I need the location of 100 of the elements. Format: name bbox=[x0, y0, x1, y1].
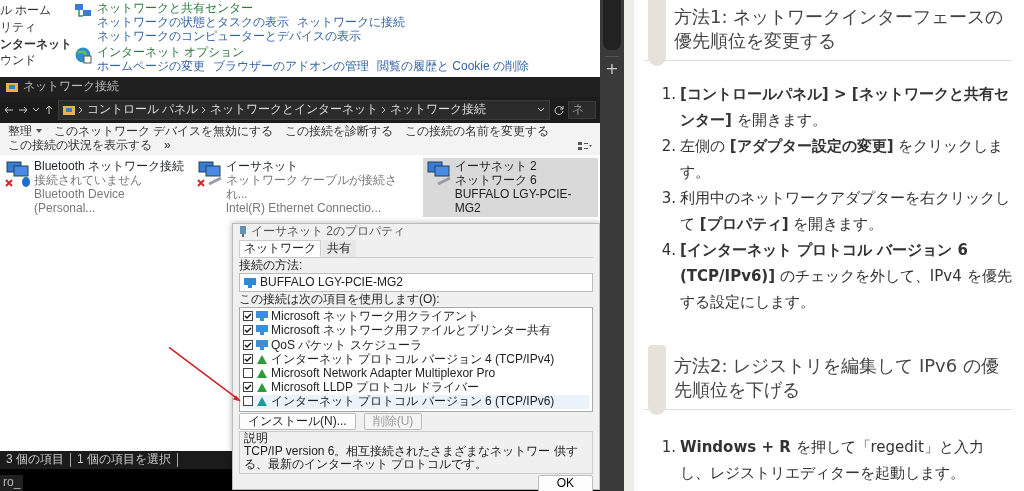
status-text: 3 個の項目 bbox=[6, 453, 64, 467]
component-item[interactable]: Microsoft Network Adapter Multiplexor Pro bbox=[243, 367, 589, 381]
section-heading: 方法1: ネットワークインターフェースの優先順位を変更する bbox=[674, 5, 1005, 53]
toolbar-button[interactable]: この接続を診断する bbox=[285, 124, 394, 139]
network-adapter-icon bbox=[239, 226, 247, 238]
tab[interactable]: 共有 bbox=[322, 239, 356, 257]
toolbar-button[interactable]: 整理 bbox=[8, 124, 42, 139]
adapter-status: ネットワーク 6 bbox=[454, 173, 538, 188]
task-link[interactable]: 閲覧の履歴と Cookie の削除 bbox=[377, 60, 530, 74]
chevron-right-icon bbox=[381, 105, 388, 114]
component-item[interactable]: インターネット プロトコル バージョン 6 (TCP/IPv6) bbox=[243, 395, 589, 409]
adapter-device: BUFFALO LGY-PCIE-MG2 bbox=[454, 187, 573, 216]
monitor-icon bbox=[256, 311, 268, 322]
network-adapter-icon bbox=[244, 277, 256, 288]
toolbar-button[interactable]: このネットワーク デバイスを無効にする bbox=[54, 124, 274, 139]
sidebar-item[interactable]: ウンド bbox=[0, 54, 74, 69]
checkbox[interactable] bbox=[243, 368, 253, 379]
protocol-icon bbox=[256, 353, 268, 364]
back-icon[interactable] bbox=[4, 104, 14, 115]
new-tab-button[interactable]: + bbox=[605, 56, 619, 77]
component-item[interactable]: Microsoft LLDP プロトコル ドライバー bbox=[243, 381, 589, 395]
task-link[interactable]: ブラウザーのアドオンの管理 bbox=[213, 60, 369, 74]
checkbox[interactable] bbox=[243, 311, 253, 322]
protocol-icon bbox=[256, 368, 268, 379]
folder-network-icon bbox=[6, 81, 18, 92]
component-item[interactable]: Microsoft ネットワーク用クライアント bbox=[243, 310, 589, 324]
component-item[interactable]: インターネット プロトコル バージョン 4 (TCP/IPv4) bbox=[243, 352, 589, 367]
checkbox[interactable] bbox=[243, 396, 253, 407]
task-link[interactable]: ネットワークの状態とタスクの表示 bbox=[97, 15, 289, 30]
toolbar-button[interactable]: この接続の状況を表示する bbox=[8, 139, 152, 154]
search-field[interactable]: ネ bbox=[568, 100, 596, 119]
dialog-button[interactable]: インストール(N)... bbox=[239, 412, 356, 430]
breadcrumb-item[interactable]: コントロール パネル bbox=[87, 102, 199, 117]
step-number: 2. bbox=[660, 136, 676, 157]
step-number: 4. bbox=[660, 240, 676, 261]
chevron-right-icon bbox=[201, 105, 208, 114]
component-item[interactable]: Microsoft ネットワーク用ファイルとプリンター共有 bbox=[243, 324, 589, 338]
view-options-icon[interactable] bbox=[578, 141, 592, 152]
protocol-icon bbox=[256, 396, 268, 407]
step-text: Windows + R を押して「regedit」と入力し、レジストリエディターを起動します。 bbox=[680, 437, 985, 484]
up-icon[interactable] bbox=[44, 104, 54, 115]
heading-marker bbox=[648, 345, 666, 415]
category-link[interactable]: インターネット オプション bbox=[97, 46, 530, 61]
monitor-icon bbox=[256, 339, 268, 350]
refresh-icon[interactable] bbox=[554, 104, 564, 115]
checkbox[interactable] bbox=[243, 382, 253, 393]
taskbar-label[interactable]: ro_ bbox=[0, 475, 24, 491]
breadcrumb-item[interactable]: ネットワーク接続 bbox=[390, 102, 487, 117]
category-link[interactable]: ネットワークと共有センター bbox=[97, 2, 596, 16]
monitor-icon bbox=[256, 325, 268, 336]
folder-network-icon bbox=[63, 104, 75, 115]
adapter-name: イーサネット 2 bbox=[454, 160, 538, 174]
step-text: [インターネット プロトコル バージョン 6 (TCP/IPv6)] のチェックを外して、IPv4 を優先する設定にします。 bbox=[680, 240, 1012, 313]
network-adapter[interactable]: Bluetooth ネットワーク接続 接続されていません Bluetooth Device (Personal... bbox=[2, 158, 190, 218]
adapter-status: 接続されていません bbox=[34, 173, 143, 188]
sidebar-item[interactable]: ンターネット bbox=[0, 37, 74, 52]
sidebar-item[interactable]: ル ホーム bbox=[0, 4, 74, 18]
group-label: 説明 bbox=[244, 431, 269, 445]
tab-handle[interactable] bbox=[603, 0, 621, 50]
task-link[interactable]: ネットワークに接続 bbox=[297, 15, 405, 30]
task-link[interactable]: ネットワークのコンピューターとデバイスの表示 bbox=[97, 29, 361, 44]
protocol-icon bbox=[256, 382, 268, 393]
network-adapter[interactable]: イーサネット 2 ネットワーク 6 BUFFALO LGY-PCIE-MG2 bbox=[422, 158, 598, 218]
step-number: 1. bbox=[660, 84, 676, 105]
adapter-name: Bluetooth ネットワーク接続 bbox=[34, 160, 186, 174]
step-text: 左側の [アダプター設定の変更] をクリックします。 bbox=[680, 136, 1005, 183]
checkbox[interactable] bbox=[243, 325, 253, 336]
adapter-device: Intel(R) Ethernet Connectio... bbox=[225, 201, 383, 216]
toolbar-button[interactable]: この接続の名前を変更する bbox=[405, 124, 550, 139]
description-text: TCP/IP version 6。相互接続されたさまざまなネットワー 供する、最新のインターネット プロトコルです。 bbox=[244, 445, 579, 472]
adapter-field: BUFFALO LGY-PCIE-MG2 bbox=[239, 272, 593, 293]
adapter-status: ネットワーク ケーブルが接続され... bbox=[225, 173, 398, 202]
sidebar-item[interactable]: リティ bbox=[0, 20, 74, 35]
globe-icon bbox=[74, 46, 92, 65]
chevron-right-icon bbox=[78, 105, 84, 114]
field-label: 接続の方法: bbox=[239, 258, 304, 272]
adapter-device: Bluetooth Device (Personal... bbox=[34, 187, 126, 216]
list-label: この接続は次の項目を使用します(O): bbox=[239, 293, 441, 307]
step-number: 1. bbox=[660, 437, 676, 458]
address-bar[interactable]: コントロール パネル ネットワークとインターネット ネットワーク接続 bbox=[58, 99, 550, 120]
status-text: 1 個の項目を選択 bbox=[77, 453, 172, 467]
window-title: ネットワーク接続 bbox=[23, 80, 119, 94]
checkbox[interactable] bbox=[243, 339, 253, 350]
breadcrumb-item[interactable]: ネットワークとインターネット bbox=[210, 102, 379, 117]
step-number: 3. bbox=[660, 188, 676, 209]
ok-button[interactable]: OK bbox=[537, 475, 593, 491]
step-text: 利用中のネットワークアダプターを右クリックして [プロパティ] を開きます。 bbox=[680, 188, 1011, 235]
adapter-name: イーサネット bbox=[225, 160, 299, 174]
tab[interactable]: ネットワーク bbox=[239, 239, 321, 257]
heading-marker bbox=[648, 0, 666, 66]
caret-icon bbox=[36, 128, 42, 135]
dialog-title: イーサネット 2のプロパティ bbox=[251, 225, 405, 239]
checkbox[interactable] bbox=[243, 353, 253, 364]
component-item[interactable]: QoS パケット スケジューラ bbox=[243, 338, 589, 352]
network-adapter[interactable]: イーサネット ネットワーク ケーブルが接続され... Intel(R) Ethernet Connectio... bbox=[193, 158, 419, 218]
task-link[interactable]: ホームページの変更 bbox=[97, 60, 205, 74]
network-icon bbox=[74, 2, 92, 20]
section-heading: 方法2: レジストリを編集して IPv6 の優先順位を下げる bbox=[674, 354, 1000, 402]
more-button[interactable]: » bbox=[164, 139, 171, 154]
forward-icon[interactable] bbox=[18, 104, 28, 115]
